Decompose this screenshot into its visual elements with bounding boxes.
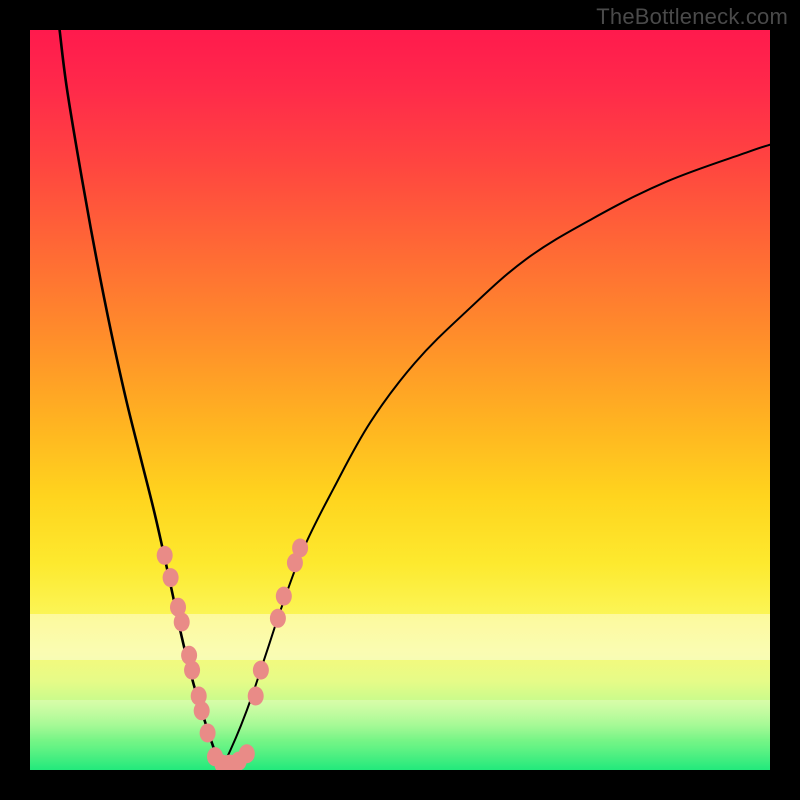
marker-point: [163, 568, 179, 587]
watermark-text: TheBottleneck.com: [596, 4, 788, 30]
marker-group: [157, 539, 308, 771]
marker-point: [239, 744, 255, 763]
marker-point: [292, 539, 308, 558]
marker-point: [270, 609, 286, 628]
marker-point: [157, 546, 173, 565]
marker-point: [184, 661, 200, 680]
marker-point: [276, 587, 292, 606]
curves-svg: [30, 30, 770, 770]
curve-right-curve: [222, 145, 770, 767]
series-group: [60, 30, 770, 766]
curve-left-curve: [60, 30, 223, 766]
marker-point: [194, 701, 210, 720]
marker-point: [253, 661, 269, 680]
marker-point: [200, 724, 216, 743]
outer-frame: TheBottleneck.com: [0, 0, 800, 800]
plot-area: [30, 30, 770, 770]
marker-point: [248, 687, 264, 706]
marker-point: [174, 613, 190, 632]
